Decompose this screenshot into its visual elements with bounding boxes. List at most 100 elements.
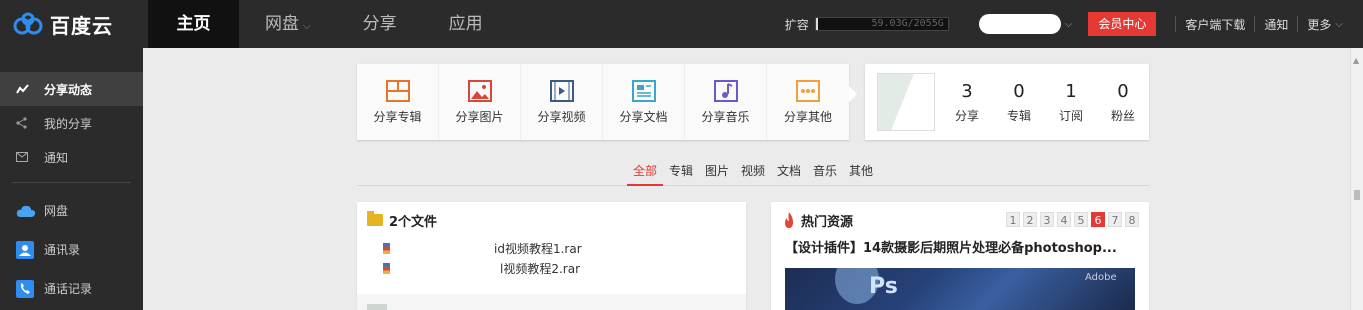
tab-videos[interactable]: 视频 <box>735 158 771 186</box>
top-navigation-bar: 百度云 主页 网盘 ⌵ 分享 应用 扩容 59.03G/2055G ⌵ 会员中心 … <box>0 0 1363 48</box>
nav-netdisk[interactable]: 网盘 ⌵ <box>239 0 337 48</box>
filename-redaction <box>396 262 500 274</box>
tab-all[interactable]: 全部 <box>626 158 663 186</box>
page-button[interactable]: 5 <box>1074 212 1088 227</box>
share-video-label: 分享视频 <box>537 109 586 124</box>
stat-albums[interactable]: 0 专辑 <box>993 81 1045 124</box>
sidebar-top-gap <box>0 48 143 72</box>
share-image-button[interactable]: 分享图片 <box>439 64 521 140</box>
hot-resource-title-link[interactable]: 【设计插件】14款摄影后期照片处理必备photoshop... <box>771 238 1143 260</box>
chevron-down-icon[interactable]: ⌵ <box>1065 19 1073 30</box>
photoshop-logo: Ps <box>869 274 898 299</box>
brand-name: 百度云 <box>50 13 113 38</box>
adobe-mark: Adobe <box>1085 272 1117 283</box>
page-button-active[interactable]: 6 <box>1091 212 1105 227</box>
cloud-logo-icon <box>13 12 43 35</box>
footer-icon <box>367 304 387 310</box>
main-nav: 主页 网盘 ⌵ 分享 应用 <box>148 0 509 48</box>
scrollbar-thumb[interactable] <box>1354 190 1360 200</box>
main-content: 分享专辑 分享图片 分享视频 分享文档 分享音乐 分享其他 3 分享 0 专辑 … <box>143 48 1350 310</box>
hot-resources-card: 热门资源 1 2 3 4 5 6 7 8 【设计插件】14款摄影后期照片处理必备… <box>771 202 1149 310</box>
document-icon <box>631 79 656 102</box>
client-download-link[interactable]: 客户端下载 <box>1185 16 1245 33</box>
mail-icon <box>16 152 36 162</box>
music-icon <box>713 79 738 102</box>
file-row[interactable]: l视频教程2.rar <box>357 258 746 278</box>
share-image-label: 分享图片 <box>455 109 504 124</box>
image-icon <box>467 79 492 102</box>
page-button[interactable]: 7 <box>1108 212 1122 227</box>
files-card-footer <box>357 294 746 310</box>
stat-shares[interactable]: 3 分享 <box>941 81 993 124</box>
share-album-button[interactable]: 分享专辑 <box>357 64 439 140</box>
top-right-area: 扩容 59.03G/2055G ⌵ 会员中心 客户端下载 通知 更多 ⌵ <box>785 0 1363 48</box>
hot-resource-thumbnail[interactable]: Ps Adobe <box>785 268 1135 310</box>
sidebar-item-label: 通话记录 <box>44 282 93 296</box>
tab-albums[interactable]: 专辑 <box>663 158 699 186</box>
files-card-title[interactable]: 2个文件 <box>357 202 746 238</box>
nav-apps[interactable]: 应用 <box>423 0 509 48</box>
sidebar-item-contacts[interactable]: 通讯录 <box>0 230 143 269</box>
page-button[interactable]: 1 <box>1006 212 1020 227</box>
sidebar-item-netdisk[interactable]: 网盘 <box>0 191 143 230</box>
stat-value: 1 <box>1065 80 1077 102</box>
tab-other[interactable]: 其他 <box>843 158 879 186</box>
tab-music[interactable]: 音乐 <box>807 158 843 186</box>
stat-value: 3 <box>961 80 973 102</box>
stat-label: 粉丝 <box>1110 108 1135 123</box>
avatar[interactable] <box>877 73 935 131</box>
sidebar-divider <box>12 182 131 183</box>
sidebar-item-label: 通讯录 <box>44 243 81 257</box>
more-link[interactable]: 更多 <box>1307 16 1331 33</box>
notifications-link[interactable]: 通知 <box>1264 16 1288 33</box>
tab-images[interactable]: 图片 <box>699 158 735 186</box>
share-music-button[interactable]: 分享音乐 <box>685 64 767 140</box>
page-button[interactable]: 4 <box>1057 212 1071 227</box>
divider <box>1297 16 1299 32</box>
folder-icon <box>367 211 383 226</box>
panel-arrow <box>849 86 857 102</box>
files-title-text: 2个文件 <box>389 214 438 230</box>
stat-subscriptions[interactable]: 1 订阅 <box>1045 81 1097 124</box>
nav-home[interactable]: 主页 <box>148 0 239 48</box>
expand-storage-link[interactable]: 扩容 <box>785 16 809 33</box>
vertical-scrollbar[interactable]: ▲ <box>1350 48 1363 310</box>
sidebar-item-notifications[interactable]: 通知 <box>0 140 143 174</box>
album-icon <box>385 79 410 102</box>
stat-value: 0 <box>1013 80 1025 102</box>
stat-label: 专辑 <box>1006 108 1031 123</box>
page-button[interactable]: 2 <box>1023 212 1037 227</box>
share-video-button[interactable]: 分享视频 <box>521 64 603 140</box>
sidebar-item-label: 我的分享 <box>44 116 93 131</box>
activity-icon <box>16 84 36 94</box>
nav-share[interactable]: 分享 <box>337 0 423 48</box>
page-button[interactable]: 3 <box>1040 212 1054 227</box>
share-album-label: 分享专辑 <box>373 109 422 124</box>
avatar-redaction <box>886 74 934 130</box>
filename-redaction <box>396 242 494 254</box>
scroll-up-arrow-icon[interactable]: ▲ <box>1353 56 1359 65</box>
contact-icon <box>16 240 36 259</box>
divider <box>1254 16 1256 32</box>
share-other-label: 分享其他 <box>783 109 832 124</box>
filter-tabs: 全部 专辑 图片 视频 文档 音乐 其他 <box>357 158 1149 186</box>
username-redacted[interactable] <box>978 14 1061 34</box>
share-document-button[interactable]: 分享文档 <box>603 64 685 140</box>
sidebar-item-label: 网盘 <box>44 204 69 218</box>
page-button[interactable]: 8 <box>1125 212 1139 227</box>
quota-text: 59.03G/2055G <box>871 18 944 29</box>
baidu-cloud-logo[interactable]: 百度云 <box>0 0 148 48</box>
chevron-down-icon: ⌵ <box>303 21 311 32</box>
stat-followers[interactable]: 0 粉丝 <box>1097 81 1149 124</box>
sidebar-item-label: 分享动态 <box>44 82 93 97</box>
file-row[interactable]: id视频教程1.rar <box>357 238 746 258</box>
share-other-button[interactable]: 分享其他 <box>767 64 849 140</box>
sidebar-item-share-activity[interactable]: 分享动态 <box>0 72 143 106</box>
hot-pager: 1 2 3 4 5 6 7 8 <box>1003 212 1139 227</box>
tab-documents[interactable]: 文档 <box>771 158 807 186</box>
sidebar-item-my-shares[interactable]: 我的分享 <box>0 106 143 140</box>
sidebar-item-call-log[interactable]: 通话记录 <box>0 269 143 308</box>
file-name: id视频教程1.rar <box>494 241 582 256</box>
vip-center-button[interactable]: 会员中心 <box>1088 12 1157 36</box>
phone-icon <box>16 279 36 298</box>
